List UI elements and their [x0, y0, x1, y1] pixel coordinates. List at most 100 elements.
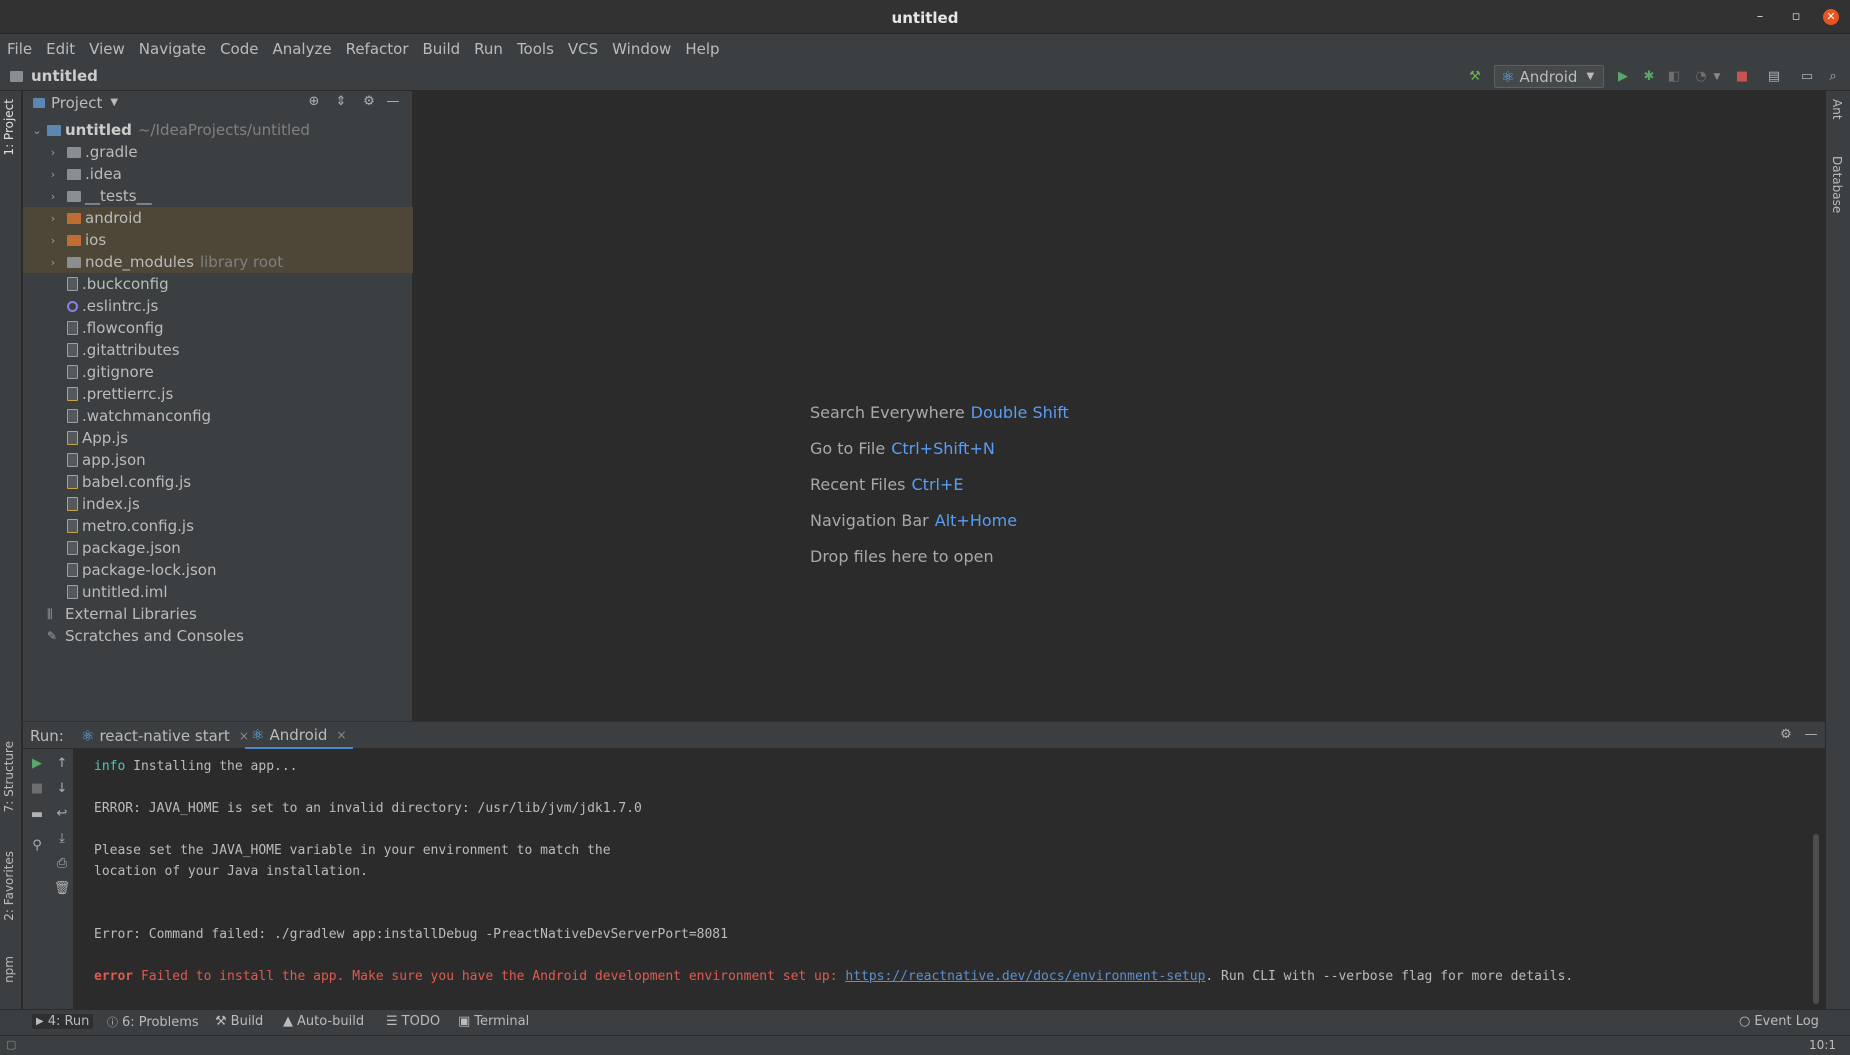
- tab-build[interactable]: ⚒ Build: [215, 1014, 263, 1029]
- tree-item-file[interactable]: package-lock.json: [23, 559, 413, 581]
- editor-area[interactable]: Search Everywhere Double Shift Go to File…: [414, 91, 1825, 721]
- tree-external-libraries[interactable]: ⫼ External Libraries: [23, 603, 413, 625]
- project-view-select[interactable]: Project: [51, 94, 102, 112]
- close-window-button[interactable]: ✕: [1823, 9, 1839, 25]
- trash-icon[interactable]: 🗑: [53, 880, 71, 898]
- locate-icon[interactable]: ⊕: [306, 94, 322, 110]
- stop-icon[interactable]: ■: [28, 780, 46, 798]
- tab-run[interactable]: ▶ 4: Run: [32, 1014, 94, 1029]
- tab-ant[interactable]: Ant: [1830, 99, 1844, 120]
- tree-item-file[interactable]: .flowconfig: [23, 317, 413, 339]
- docs-link[interactable]: https://reactnative.dev/docs/environment…: [845, 969, 1205, 984]
- tab-problems[interactable]: ⓘ 6: Problems: [107, 1014, 199, 1030]
- tab-structure[interactable]: 7: Structure: [2, 741, 16, 812]
- tree-scratches[interactable]: ✎ Scratches and Consoles: [23, 625, 413, 647]
- tab-favorites[interactable]: 2: Favorites: [2, 851, 16, 921]
- toggle-tool-windows-icon[interactable]: ▢: [6, 1038, 16, 1051]
- tree-item-node-modules[interactable]: › node_modules library root: [23, 251, 413, 273]
- arrow-up-icon[interactable]: ↑: [53, 755, 71, 773]
- gear-icon[interactable]: ⚙: [1778, 727, 1794, 743]
- menu-run[interactable]: Run: [474, 40, 503, 58]
- tab-event-log[interactable]: ○ Event Log: [1739, 1014, 1819, 1029]
- chevron-down-icon[interactable]: ▼: [110, 97, 118, 108]
- tree-item-file[interactable]: .prettierrc.js: [23, 383, 413, 405]
- menu-file[interactable]: File: [7, 40, 32, 58]
- profile-dropdown-icon[interactable]: ▼: [1708, 68, 1726, 86]
- stop-icon[interactable]: ■: [1733, 68, 1751, 86]
- scrollbar[interactable]: [1813, 834, 1819, 1004]
- tab-react-native-start[interactable]: ⚛ react-native start ×: [81, 722, 249, 750]
- project-structure-icon[interactable]: ▤: [1765, 68, 1783, 86]
- menu-view[interactable]: View: [89, 40, 125, 58]
- tab-android[interactable]: ⚛ Android ×: [245, 722, 353, 750]
- tree-item-file[interactable]: .watchmanconfig: [23, 405, 413, 427]
- layout-icon[interactable]: ▭: [1798, 68, 1816, 86]
- menu-vcs[interactable]: VCS: [568, 40, 598, 58]
- pin-icon[interactable]: ⚲: [28, 837, 46, 855]
- minimize-button[interactable]: –: [1752, 9, 1768, 25]
- arrow-down-icon[interactable]: ↓: [53, 780, 71, 798]
- run-config-select[interactable]: ⚛ Android ▼: [1494, 65, 1604, 88]
- build-hammer-icon[interactable]: ⚒: [1466, 68, 1484, 86]
- hint-go-to-file: Go to File Ctrl+Shift+N: [810, 439, 995, 458]
- tree-item-file[interactable]: app.json: [23, 449, 413, 471]
- menu-refactor[interactable]: Refactor: [346, 40, 409, 58]
- console-output[interactable]: info Installing the app... ERROR: JAVA_H…: [73, 749, 1825, 1009]
- layout-icon[interactable]: ▬: [28, 806, 46, 824]
- tab-npm[interactable]: npm: [2, 956, 16, 983]
- coverage-icon[interactable]: ◧: [1665, 68, 1683, 86]
- menu-edit[interactable]: Edit: [46, 40, 75, 58]
- collapse-all-icon[interactable]: ⇕: [333, 94, 349, 110]
- tab-terminal[interactable]: ▣ Terminal: [458, 1014, 529, 1029]
- console-text: . Run CLI with --verbose flag for more d…: [1205, 969, 1574, 984]
- tree-item-gradle[interactable]: › .gradle: [23, 141, 413, 163]
- gear-icon[interactable]: ⚙: [361, 94, 377, 110]
- right-tool-strip: Ant Database: [1825, 91, 1850, 1009]
- tree-item-file[interactable]: index.js: [23, 493, 413, 515]
- tree-item-label: .idea: [85, 165, 122, 183]
- tab-project[interactable]: 1: Project: [2, 99, 16, 156]
- tree-item-file[interactable]: untitled.iml: [23, 581, 413, 603]
- tree-item-file[interactable]: .buckconfig: [23, 273, 413, 295]
- tree-item-ios[interactable]: › ios: [23, 229, 413, 251]
- menu-build[interactable]: Build: [423, 40, 461, 58]
- folder-icon: [67, 234, 81, 246]
- soft-wrap-icon[interactable]: ↩: [53, 805, 71, 823]
- tree-item-file[interactable]: App.js: [23, 427, 413, 449]
- tab-database[interactable]: Database: [1830, 156, 1844, 213]
- tree-item-idea[interactable]: › .idea: [23, 163, 413, 185]
- tree-item-tests[interactable]: › __tests__: [23, 185, 413, 207]
- menu-window[interactable]: Window: [612, 40, 671, 58]
- debug-icon[interactable]: ✱: [1640, 68, 1658, 86]
- iml-file-icon: [67, 585, 78, 599]
- menu-tools[interactable]: Tools: [517, 40, 554, 58]
- print-icon[interactable]: ⎙: [53, 855, 71, 873]
- rerun-icon[interactable]: ▶: [28, 755, 46, 773]
- maximize-button[interactable]: ▫: [1788, 9, 1804, 25]
- search-icon[interactable]: ⌕: [1824, 68, 1842, 86]
- scroll-to-end-icon[interactable]: ⤓: [53, 830, 71, 848]
- menu-help[interactable]: Help: [685, 40, 719, 58]
- caret-position[interactable]: 10:1: [1809, 1038, 1836, 1052]
- tab-auto-build[interactable]: ▲ Auto-build: [283, 1014, 364, 1029]
- breadcrumb[interactable]: untitled: [10, 67, 98, 85]
- hint-shortcut: Ctrl+Shift+N: [891, 439, 995, 458]
- tree-item-file[interactable]: .gitattributes: [23, 339, 413, 361]
- tree-item-file[interactable]: metro.config.js: [23, 515, 413, 537]
- tree-item-file[interactable]: package.json: [23, 537, 413, 559]
- tree-root[interactable]: ⌄ untitled ~/IdeaProjects/untitled: [23, 119, 413, 141]
- menu-code[interactable]: Code: [220, 40, 258, 58]
- run-icon[interactable]: ▶: [1614, 68, 1632, 86]
- close-icon[interactable]: ×: [336, 728, 346, 742]
- tab-todo[interactable]: ☰ TODO: [386, 1014, 440, 1029]
- tree-item-file[interactable]: .gitignore: [23, 361, 413, 383]
- chevron-right-icon: ›: [50, 233, 56, 247]
- menu-navigate[interactable]: Navigate: [139, 40, 206, 58]
- info-tag: info: [94, 759, 126, 774]
- hide-icon[interactable]: —: [385, 94, 401, 110]
- hide-icon[interactable]: —: [1803, 727, 1819, 743]
- tree-item-file[interactable]: .eslintrc.js: [23, 295, 413, 317]
- menu-analyze[interactable]: Analyze: [272, 40, 331, 58]
- tree-item-file[interactable]: babel.config.js: [23, 471, 413, 493]
- tree-item-android[interactable]: › android: [23, 207, 413, 229]
